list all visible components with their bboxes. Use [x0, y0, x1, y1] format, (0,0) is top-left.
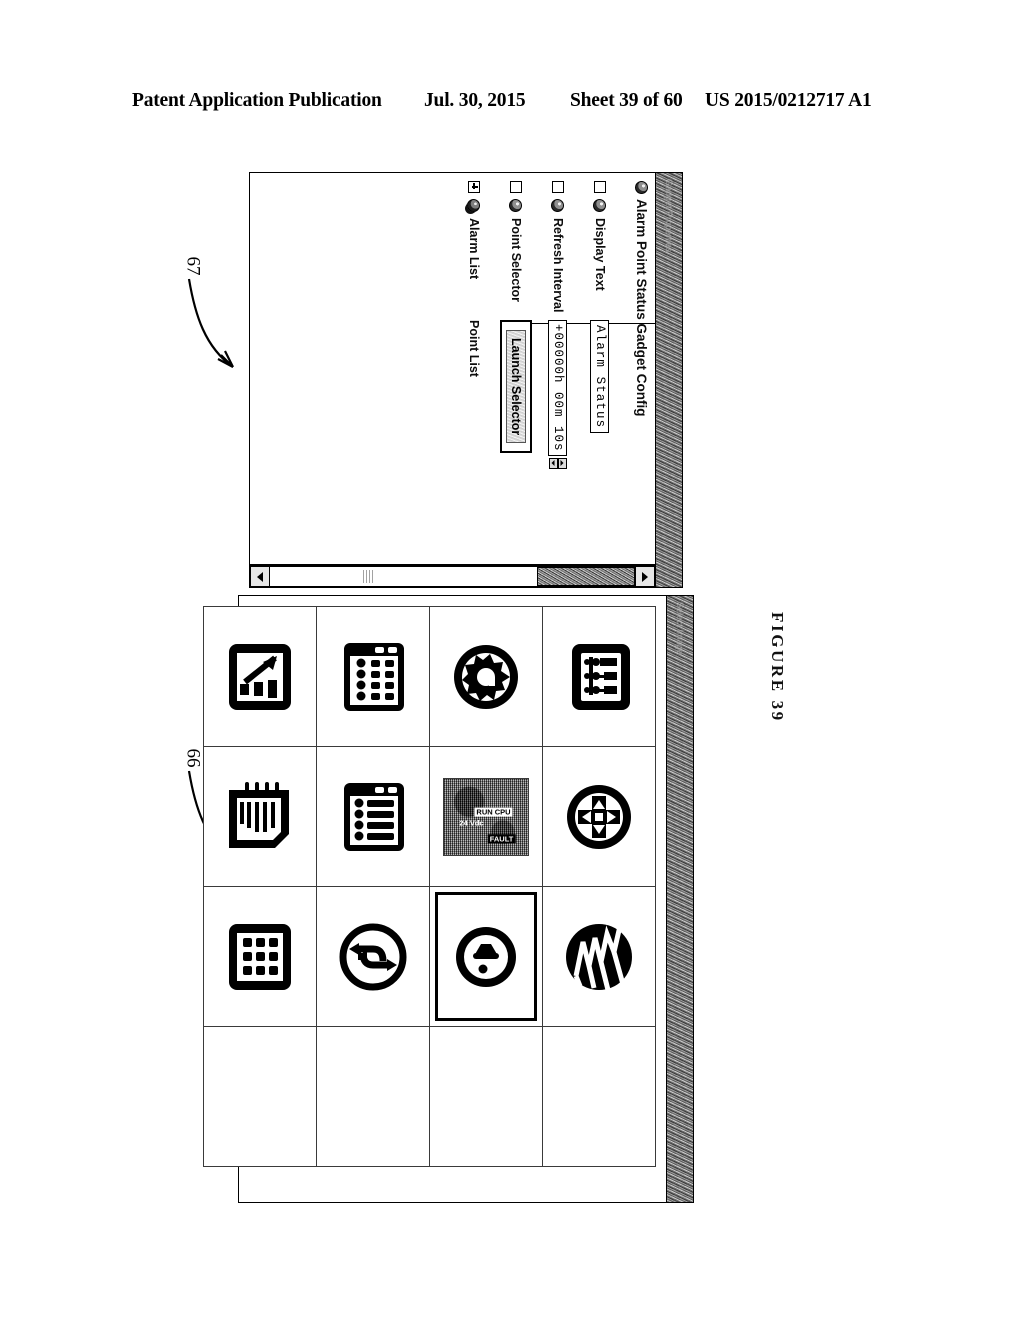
dialog-vertical-scrollbar[interactable]	[250, 565, 655, 587]
refresh-interval-increment-button[interactable]	[558, 457, 567, 469]
point-selector-checkbox[interactable]	[510, 181, 522, 193]
icon-cell-numeric-keypad[interactable]	[203, 887, 316, 1027]
display-text-label: Display Text	[593, 218, 607, 291]
dialog-titlebar[interactable]: Gadget Properties	[655, 173, 682, 587]
scrollbar-track[interactable]	[270, 566, 635, 587]
lightning-waveform-icon	[566, 923, 632, 991]
icon-cell-controller-terminal[interactable]	[542, 607, 655, 747]
row-display-text[interactable]: Display Text Alarm Status	[579, 181, 621, 558]
notebook-list-icon	[229, 781, 289, 848]
row-point-selector[interactable]: Point Selector Launch Selector	[495, 181, 537, 558]
scroll-up-arrow-icon[interactable]	[635, 566, 655, 587]
dialog-content-area: Alarm Point Status Gadget Config Display…	[250, 173, 655, 565]
refresh-interval-label: Refresh Interval	[551, 218, 565, 313]
point-selector-label: Point Selector	[509, 218, 523, 303]
numeric-keypad-icon	[229, 923, 291, 990]
icon-cell-empty-2[interactable]	[429, 1027, 542, 1167]
picker-titlebar-text: Select Image	[675, 602, 685, 655]
publication-header: Patent Application Publication Jul. 30, …	[0, 84, 1024, 118]
keypad-grid-icon	[344, 642, 404, 711]
photo-label-run-cpu: RUN CPU	[474, 807, 513, 817]
icon-cell-keypad-grid[interactable]	[316, 607, 429, 747]
alarm-list-node-icon	[467, 199, 481, 212]
icon-cell-device-photo[interactable]: RUN CPU FAULT 24 Vdc	[429, 747, 542, 887]
photo-label-24vdc: 24 Vdc	[459, 818, 484, 828]
icon-cell-trend-chart[interactable]	[203, 607, 316, 747]
refresh-interval-checkbox[interactable]	[552, 181, 564, 193]
scrollbar-thumb[interactable]	[537, 567, 635, 586]
speaker-audio-icon	[456, 926, 516, 987]
scroll-down-arrow-icon[interactable]	[250, 566, 270, 587]
photo-label-fault: FAULT	[487, 833, 516, 843]
display-text-input[interactable]: Alarm Status	[590, 320, 610, 434]
refresh-interval-node-icon	[551, 199, 565, 212]
alarm-point-status-config-dialog[interactable]: Gadget Properties Alarm Point Status Gad…	[249, 172, 683, 588]
patent-number: US 2015/0212717 A1	[705, 90, 872, 111]
icon-cell-empty-4[interactable]	[203, 1027, 316, 1167]
point-selector-node-icon	[509, 199, 523, 212]
slider-bank-icon	[344, 782, 404, 851]
display-text-checkbox[interactable]	[594, 181, 606, 193]
refresh-cycle-icon	[339, 923, 407, 990]
icon-grid[interactable]: RUN CPU FAULT 24 Vdc	[203, 606, 656, 1167]
refresh-interval-stepper[interactable]: +00000h 00m 10s	[548, 320, 568, 469]
alarm-list-label: Alarm List	[467, 218, 481, 280]
alarm-list-expand-checkbox[interactable]	[468, 181, 480, 193]
point-list-value: Point List	[467, 320, 481, 377]
display-text-node-icon	[593, 199, 607, 212]
publication-date: Jul. 30, 2015	[424, 90, 526, 111]
icon-cell-empty-3[interactable]	[316, 1027, 429, 1167]
icon-cell-lightning-waveform[interactable]	[542, 887, 655, 1027]
config-tree-root[interactable]: Alarm Point Status Gadget Config	[634, 181, 649, 417]
figure-caption: FIGURE 39	[768, 612, 787, 723]
device-photo-thumbnail: RUN CPU FAULT 24 Vdc	[443, 777, 529, 856]
network-hub-icon	[567, 784, 631, 849]
image-selector-window[interactable]: Select Image RUN CPU FAULT 24 Vdc	[203, 595, 694, 1203]
refresh-interval-input[interactable]: +00000h 00m 10s	[548, 320, 568, 456]
icon-cell-gear-settings[interactable]	[429, 607, 542, 747]
sheet-number: Sheet 39 of 60	[570, 90, 683, 111]
trend-chart-icon	[229, 643, 291, 710]
reference-numeral-67: 67	[182, 256, 204, 276]
icon-cell-notebook-list[interactable]	[203, 747, 316, 887]
launch-selector-button[interactable]: Launch Selector	[500, 320, 532, 454]
refresh-interval-decrement-button[interactable]	[549, 457, 558, 469]
icon-cell-network-hub[interactable]	[542, 747, 655, 887]
launch-selector-button-label: Launch Selector	[506, 330, 526, 444]
config-tree-root-label: Alarm Point Status Gadget Config	[634, 199, 649, 417]
row-alarm-list[interactable]: Alarm List Point List	[453, 181, 495, 558]
gear-settings-icon	[454, 644, 518, 709]
controller-terminal-icon	[572, 643, 630, 710]
row-refresh-interval[interactable]: Refresh Interval +00000h 00m 10s	[537, 181, 579, 558]
icon-cell-speaker-audio[interactable]	[429, 887, 542, 1027]
tree-node-icon	[635, 181, 648, 194]
picker-titlebar[interactable]: Select Image	[666, 596, 693, 1202]
icon-cell-refresh-cycle[interactable]	[316, 887, 429, 1027]
publication-label: Patent Application Publication	[132, 90, 382, 111]
icon-cell-empty-1[interactable]	[542, 1027, 655, 1167]
dialog-titlebar-text: Gadget Properties	[664, 179, 674, 253]
icon-cell-slider-bank[interactable]	[316, 747, 429, 887]
scrollbar-grip-icon	[363, 570, 373, 583]
